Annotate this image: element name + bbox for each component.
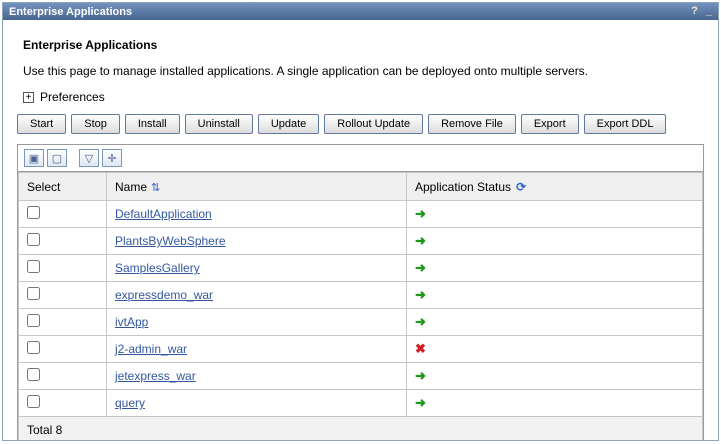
- status-started-icon: ➜: [415, 368, 426, 383]
- application-link[interactable]: PlantsByWebSphere: [115, 234, 226, 248]
- status-started-icon: ➜: [415, 206, 426, 221]
- expand-icon[interactable]: +: [23, 92, 34, 103]
- column-header-name-label: Name: [115, 180, 147, 194]
- select-cell: [19, 255, 107, 282]
- action-button-remove-file[interactable]: Remove File: [428, 114, 516, 134]
- page-content: Enterprise Applications Use this page to…: [3, 20, 718, 441]
- column-header-status-label: Application Status: [415, 180, 511, 194]
- action-button-bar: StartStopInstallUninstallUpdateRollout U…: [17, 114, 704, 134]
- table-row: PlantsByWebSphere ➜: [19, 228, 703, 255]
- status-cell: ➜: [407, 228, 703, 255]
- application-link[interactable]: jetexpress_war: [115, 369, 196, 383]
- table-row: ivtApp ➜: [19, 309, 703, 336]
- total-label: Total 8: [19, 417, 703, 442]
- applications-table: Select Name ⇅ Application Status ⟳ Default…: [18, 172, 703, 441]
- select-cell: [19, 363, 107, 390]
- action-button-export[interactable]: Export: [521, 114, 579, 134]
- status-cell: ➜: [407, 201, 703, 228]
- table-row: query ➜: [19, 390, 703, 417]
- status-started-icon: ➜: [415, 287, 426, 302]
- table-row: SamplesGallery ➜: [19, 255, 703, 282]
- sort-icon[interactable]: ⇅: [151, 182, 160, 194]
- help-icon[interactable]: ?: [691, 6, 698, 17]
- row-checkbox[interactable]: [27, 341, 40, 354]
- status-cell: ➜: [407, 390, 703, 417]
- applications-table-frame: ▣▢ ▽✛ Select Name ⇅ Application Status: [17, 144, 704, 441]
- status-cell: ➜: [407, 309, 703, 336]
- table-row: j2-admin_war ✖: [19, 336, 703, 363]
- page-description: Use this page to manage installed applic…: [23, 64, 704, 78]
- select-all-icon[interactable]: ▣: [24, 149, 44, 167]
- name-cell: expressdemo_war: [107, 282, 407, 309]
- window-titlebar: Enterprise Applications ? _: [3, 3, 718, 20]
- deselect-all-icon[interactable]: ▢: [47, 149, 67, 167]
- application-link[interactable]: ivtApp: [115, 315, 148, 329]
- column-header-name[interactable]: Name ⇅: [107, 173, 407, 201]
- preferences-toggle[interactable]: + Preferences: [23, 90, 704, 104]
- table-row: jetexpress_war ➜: [19, 363, 703, 390]
- column-header-select-label: Select: [27, 180, 60, 194]
- table-header-row: Select Name ⇅ Application Status ⟳: [19, 173, 703, 201]
- status-started-icon: ➜: [415, 260, 426, 275]
- show-filter-icon[interactable]: ▽: [79, 149, 99, 167]
- table-row: expressdemo_war ➜: [19, 282, 703, 309]
- column-header-select: Select: [19, 173, 107, 201]
- select-cell: [19, 201, 107, 228]
- row-checkbox[interactable]: [27, 260, 40, 273]
- preferences-label: Preferences: [40, 90, 105, 104]
- status-stopped-icon: ✖: [415, 341, 426, 356]
- application-link[interactable]: query: [115, 396, 145, 410]
- action-button-export-ddl[interactable]: Export DDL: [584, 114, 667, 134]
- name-cell: jetexpress_war: [107, 363, 407, 390]
- select-cell: [19, 336, 107, 363]
- row-checkbox[interactable]: [27, 314, 40, 327]
- action-button-update[interactable]: Update: [258, 114, 319, 134]
- application-link[interactable]: expressdemo_war: [115, 288, 213, 302]
- status-cell: ➜: [407, 255, 703, 282]
- name-cell: DefaultApplication: [107, 201, 407, 228]
- application-link[interactable]: SamplesGallery: [115, 261, 200, 275]
- window-title: Enterprise Applications: [9, 6, 132, 18]
- application-link[interactable]: j2-admin_war: [115, 342, 187, 356]
- row-checkbox[interactable]: [27, 287, 40, 300]
- name-cell: j2-admin_war: [107, 336, 407, 363]
- select-cell: [19, 282, 107, 309]
- status-started-icon: ➜: [415, 314, 426, 329]
- row-checkbox[interactable]: [27, 368, 40, 381]
- column-header-status: Application Status ⟳: [407, 173, 703, 201]
- row-checkbox[interactable]: [27, 206, 40, 219]
- status-started-icon: ➜: [415, 233, 426, 248]
- action-button-uninstall[interactable]: Uninstall: [185, 114, 253, 134]
- name-cell: ivtApp: [107, 309, 407, 336]
- name-cell: query: [107, 390, 407, 417]
- select-cell: [19, 390, 107, 417]
- page-title: Enterprise Applications: [23, 38, 704, 52]
- action-button-rollout-update[interactable]: Rollout Update: [324, 114, 423, 134]
- edit-filter-icon[interactable]: ✛: [102, 149, 122, 167]
- table-footer-row: Total 8: [19, 417, 703, 442]
- name-cell: PlantsByWebSphere: [107, 228, 407, 255]
- status-cell: ➜: [407, 363, 703, 390]
- application-link[interactable]: DefaultApplication: [115, 207, 212, 221]
- refresh-status-icon[interactable]: ⟳: [516, 180, 526, 194]
- row-checkbox[interactable]: [27, 395, 40, 408]
- minimize-icon[interactable]: _: [706, 6, 712, 17]
- enterprise-applications-window: Enterprise Applications ? _ Enterprise A…: [2, 2, 719, 441]
- table-row: DefaultApplication ➜: [19, 201, 703, 228]
- name-cell: SamplesGallery: [107, 255, 407, 282]
- action-button-stop[interactable]: Stop: [71, 114, 120, 134]
- select-cell: [19, 309, 107, 336]
- action-button-install[interactable]: Install: [125, 114, 180, 134]
- select-cell: [19, 228, 107, 255]
- action-button-start[interactable]: Start: [17, 114, 66, 134]
- status-cell: ✖: [407, 336, 703, 363]
- status-started-icon: ➜: [415, 395, 426, 410]
- row-checkbox[interactable]: [27, 233, 40, 246]
- status-cell: ➜: [407, 282, 703, 309]
- table-icon-toolbar: ▣▢ ▽✛: [18, 145, 703, 172]
